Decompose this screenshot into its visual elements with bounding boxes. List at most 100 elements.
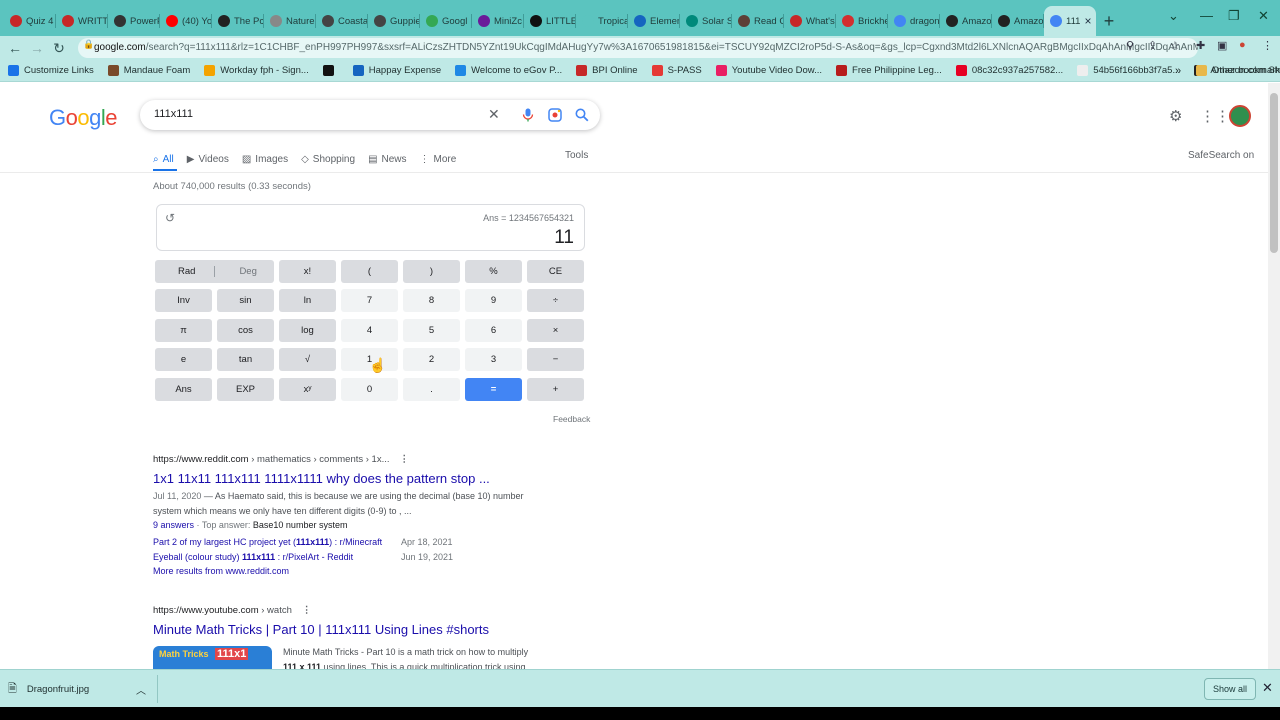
browser-tab[interactable]: Guppie xyxy=(368,6,420,36)
calc-key[interactable]: ( xyxy=(341,260,398,283)
search-box[interactable]: 111x111 ✕ xyxy=(140,100,600,130)
tab-active[interactable]: 111 × xyxy=(1044,6,1096,36)
calc-key[interactable]: CE xyxy=(527,260,584,283)
google-logo[interactable]: Google xyxy=(49,105,118,131)
tab-shopping[interactable]: ◇ Shopping xyxy=(301,149,355,169)
calc-key[interactable]: cos xyxy=(217,319,274,342)
chevron-down-icon[interactable]: ⌄ xyxy=(1168,8,1179,24)
calc-key[interactable]: % xyxy=(465,260,522,283)
more-options-icon[interactable]: ⋮ xyxy=(400,454,410,465)
calc-key[interactable]: . xyxy=(403,378,460,401)
calc-key[interactable]: + xyxy=(527,378,584,401)
browser-tab[interactable]: Brickhe xyxy=(836,6,888,36)
scrollbar-thumb[interactable] xyxy=(1270,93,1278,253)
sublink[interactable]: Part 2 of my largest HC project yet (111… xyxy=(153,537,382,547)
minimize-icon[interactable]: — xyxy=(1200,8,1213,23)
other-bookmarks-folder[interactable]: Other bookmarks xyxy=(1196,65,1280,76)
calc-key[interactable]: x! xyxy=(279,260,336,283)
history-icon[interactable]: ↺ xyxy=(165,211,175,225)
location-icon[interactable]: ⚲ xyxy=(1126,39,1134,52)
browser-tab[interactable]: The Pc xyxy=(212,6,264,36)
browser-tab[interactable]: What's xyxy=(784,6,836,36)
browser-tab[interactable]: dragon xyxy=(888,6,940,36)
search-input[interactable]: 111x111 xyxy=(154,108,193,120)
deg-label[interactable]: Deg xyxy=(239,266,256,277)
menu-kebab-icon[interactable]: ⋮ xyxy=(1262,39,1273,52)
bookmark-item[interactable]: Youtube Video Dow... xyxy=(715,65,822,76)
rad-deg-toggle[interactable]: Rad Deg xyxy=(155,260,274,283)
result-url[interactable]: https://www.reddit.com › mathematics › c… xyxy=(153,454,545,465)
show-all-button[interactable]: Show all xyxy=(1204,678,1256,700)
new-tab-button[interactable]: + xyxy=(1096,6,1122,36)
calc-key[interactable]: − xyxy=(527,348,584,371)
more-results-link[interactable]: More results from www.reddit.com xyxy=(153,564,545,579)
bookmark-item[interactable]: Customize Links xyxy=(8,65,94,76)
more-options-icon[interactable]: ⋮ xyxy=(302,605,312,616)
calc-key[interactable]: ln xyxy=(279,289,336,312)
calc-key[interactable]: tan xyxy=(217,348,274,371)
bookmark-item[interactable]: Workday fph - Sign... xyxy=(204,65,309,76)
bookmark-item[interactable]: Mandaue Foam xyxy=(107,65,190,76)
calc-key[interactable]: π xyxy=(155,319,212,342)
calc-key[interactable]: ) xyxy=(403,260,460,283)
calc-key[interactable]: log xyxy=(279,319,336,342)
close-window-icon[interactable]: ✕ xyxy=(1258,8,1269,24)
result-url[interactable]: https://www.youtube.com › watch ⋮ xyxy=(153,605,545,616)
avatar[interactable] xyxy=(1229,105,1251,127)
tab-all[interactable]: ⌕ All xyxy=(153,149,174,169)
scrollbar[interactable] xyxy=(1268,83,1280,669)
forward-arrow-icon[interactable]: → xyxy=(26,40,48,56)
extensions-icon[interactable]: ✚ xyxy=(1196,39,1205,52)
calc-key[interactable]: sin xyxy=(217,289,274,312)
bookmark-item[interactable]: 54b56f166bb3f7a5... xyxy=(1077,65,1180,76)
bookmark-item[interactable]: 08c32c937a257582... xyxy=(955,65,1063,76)
reload-icon[interactable]: ↻ xyxy=(48,40,70,57)
bookmark-item[interactable]: Happay Expense xyxy=(352,65,441,76)
tools-button[interactable]: Tools xyxy=(565,150,588,161)
calc-key[interactable]: ÷ xyxy=(527,289,584,312)
camera-lens-icon[interactable] xyxy=(548,108,562,122)
browser-tab[interactable]: Amazo xyxy=(992,6,1044,36)
bookmark-item[interactable]: Welcome to eGov P... xyxy=(455,65,562,76)
calc-key[interactable]: e xyxy=(155,348,212,371)
back-arrow-icon[interactable]: ← xyxy=(4,40,26,56)
tab-news[interactable]: ▤ News xyxy=(368,149,406,169)
browser-tab[interactable]: LITTLE xyxy=(524,6,576,36)
address-bar[interactable]: google.com/search?q=111x111&rlz=1C1CHBF_… xyxy=(78,38,1198,58)
calc-key[interactable]: EXP xyxy=(217,378,274,401)
browser-tab[interactable]: Amazo xyxy=(940,6,992,36)
safesearch-status[interactable]: SafeSearch on xyxy=(1188,150,1254,161)
tab-more[interactable]: ⋮ More xyxy=(420,149,457,169)
calc-key[interactable]: Inv xyxy=(155,289,212,312)
clear-icon[interactable]: ✕ xyxy=(488,106,500,123)
lock-icon[interactable]: 🔒 xyxy=(83,39,94,50)
browser-tab[interactable]: Tropica xyxy=(576,6,628,36)
calc-key[interactable]: 2 xyxy=(403,348,460,371)
tab-videos[interactable]: ▶ Videos xyxy=(187,149,229,169)
bookmark-item[interactable]: S-PASS xyxy=(651,65,702,76)
top-answer[interactable]: Base10 number system xyxy=(253,520,348,530)
calc-key[interactable]: 4 xyxy=(341,319,398,342)
browser-tab[interactable]: Elemen xyxy=(628,6,680,36)
browser-tab[interactable]: MiniZc xyxy=(472,6,524,36)
answers-count-link[interactable]: 9 answers xyxy=(153,520,194,530)
browser-tab[interactable]: Nature xyxy=(264,6,316,36)
maximize-icon[interactable]: ❐ xyxy=(1228,8,1240,24)
sidepanel-icon[interactable]: ▣ xyxy=(1217,39,1227,52)
star-icon[interactable]: ☆ xyxy=(1170,39,1180,52)
download-item[interactable]: 🗎 Dragonfruit.jpg ︿ xyxy=(8,676,154,702)
calc-key[interactable]: 8 xyxy=(403,289,460,312)
calc-key[interactable]: xʸ xyxy=(279,378,336,401)
calc-key[interactable]: 5 xyxy=(403,319,460,342)
feedback-link[interactable]: Feedback xyxy=(553,414,590,424)
browser-tab[interactable]: Quiz 4 xyxy=(4,6,56,36)
close-tab-icon[interactable]: × xyxy=(1084,14,1091,28)
browser-tab[interactable]: Googl xyxy=(420,6,472,36)
chevron-up-icon[interactable]: ︿ xyxy=(136,682,146,697)
tab-images[interactable]: ▨ Images xyxy=(242,149,288,169)
share-icon[interactable]: ⇪ xyxy=(1148,39,1157,52)
calc-key[interactable]: Ans xyxy=(155,378,212,401)
browser-tab[interactable]: Solar S xyxy=(680,6,732,36)
bookmarks-overflow-icon[interactable]: » xyxy=(1175,65,1181,77)
browser-tab[interactable]: (40) Yo xyxy=(160,6,212,36)
